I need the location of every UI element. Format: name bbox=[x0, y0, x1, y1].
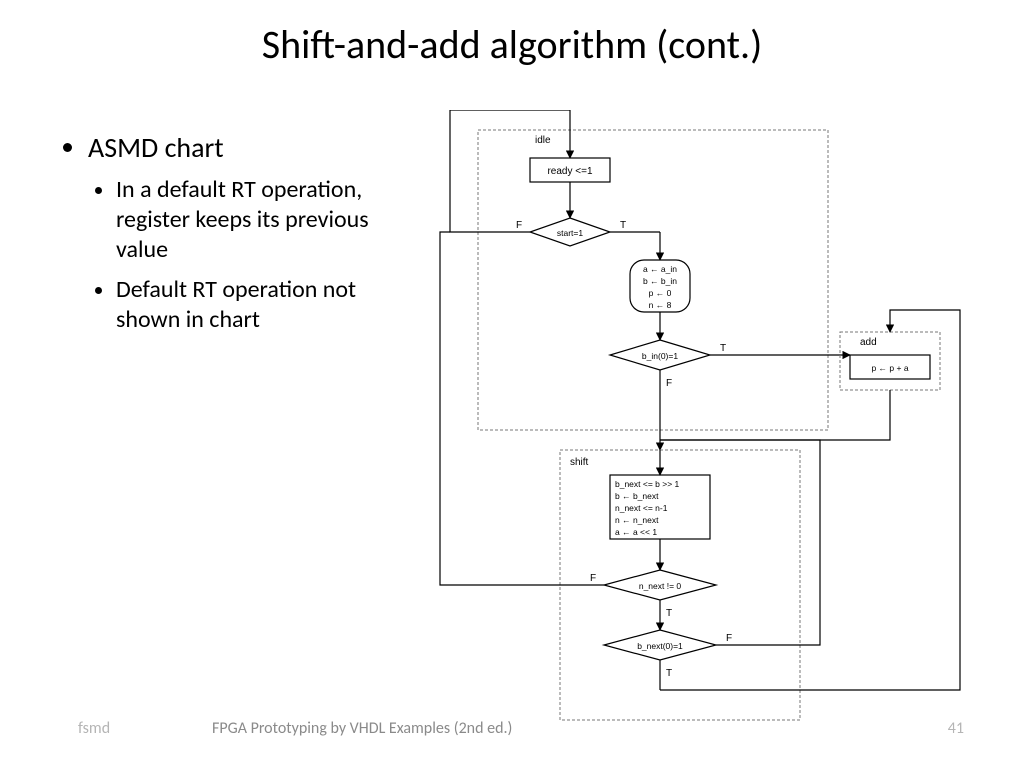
start-dec: start=1 bbox=[557, 228, 583, 238]
ready-box: ready <=1 bbox=[547, 166, 592, 177]
add-box: p ← p + a bbox=[871, 363, 908, 373]
T4: T bbox=[666, 668, 672, 679]
svg-text:b ← b_next: b ← b_next bbox=[615, 491, 659, 501]
svg-text:b_next <= b >> 1: b_next <= b >> 1 bbox=[615, 479, 680, 489]
svg-text:b ← b_in: b ← b_in bbox=[643, 276, 677, 286]
svg-text:n ← n_next: n ← n_next bbox=[615, 515, 659, 525]
page-title: Shift-and-add algorithm (cont.) bbox=[0, 0, 1024, 69]
footer-left: fsmd bbox=[78, 719, 110, 738]
bullet-sub1: In a default RT operation, register keep… bbox=[116, 175, 378, 265]
nnext-dec: n_next != 0 bbox=[639, 581, 682, 591]
shift-label: shift bbox=[570, 457, 589, 468]
svg-text:p ← 0: p ← 0 bbox=[649, 288, 672, 298]
T2: T bbox=[720, 343, 726, 354]
bullet-sub2: Default RT operation not shown in chart bbox=[116, 275, 378, 335]
footer-page: 41 bbox=[948, 719, 964, 738]
F1: F bbox=[516, 220, 522, 231]
bullet-main: ASMD chart bbox=[88, 130, 378, 165]
F3: F bbox=[590, 573, 596, 584]
svg-text:a ← a_in: a ← a_in bbox=[643, 264, 677, 274]
svg-text:a ← a << 1: a ← a << 1 bbox=[615, 527, 657, 537]
T3: T bbox=[666, 608, 672, 619]
svg-text:n ← 8: n ← 8 bbox=[649, 300, 672, 310]
add-label: add bbox=[860, 337, 877, 348]
footer-mid: FPGA Prototyping by VHDL Examples (2nd e… bbox=[212, 719, 512, 738]
bullet-list: ASMD chart In a default RT operation, re… bbox=[58, 130, 378, 345]
bnext0-dec: b_next(0)=1 bbox=[637, 641, 683, 651]
T1: T bbox=[620, 220, 626, 231]
asmd-flowchart: idle ready <=1 start=1 F T a ← a_in b ← … bbox=[420, 110, 980, 730]
idle-label: idle bbox=[535, 135, 551, 146]
bin0-dec: b_in(0)=1 bbox=[642, 351, 678, 361]
F2: F bbox=[666, 378, 672, 389]
svg-text:n_next <= n-1: n_next <= n-1 bbox=[615, 503, 668, 513]
F4: F bbox=[726, 633, 732, 644]
